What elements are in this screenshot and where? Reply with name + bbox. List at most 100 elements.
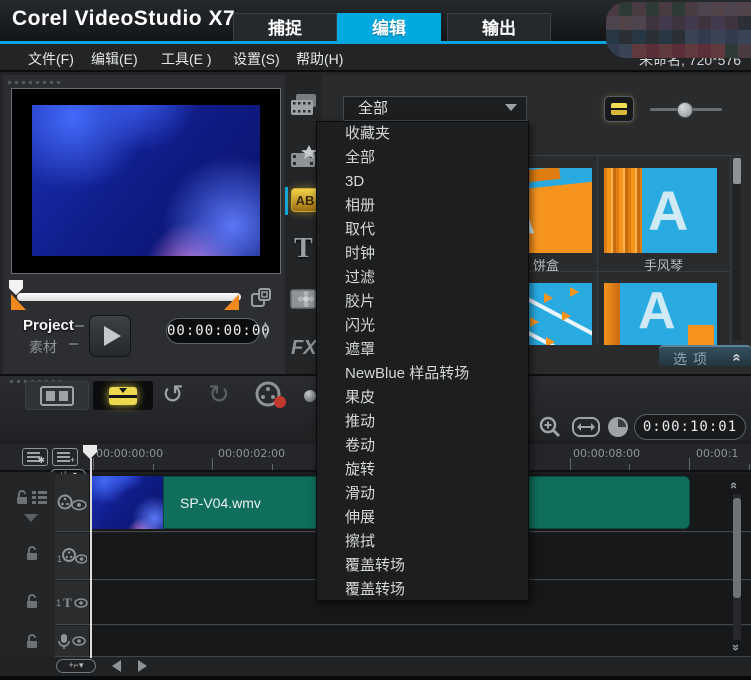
project-mode-label[interactable]: Project: [23, 317, 74, 334]
lock-icon[interactable]: [26, 594, 38, 609]
lock-icon[interactable]: [16, 490, 28, 505]
dropdown-item[interactable]: 遮罩: [317, 338, 528, 362]
gallery-view-icon: [611, 103, 627, 115]
zoom-in-icon[interactable]: [538, 415, 562, 439]
graphic-icon[interactable]: [290, 287, 318, 313]
transition-thumbnail[interactable]: A: [604, 283, 717, 345]
clip-thumbnail[interactable]: [92, 476, 163, 529]
dropdown-item[interactable]: 取代: [317, 218, 528, 242]
dropdown-item[interactable]: 覆盖转场: [317, 578, 528, 602]
gallery-scrollbar[interactable]: [733, 158, 741, 340]
chevron-down-icon[interactable]: [24, 514, 38, 522]
play-button[interactable]: [89, 315, 131, 357]
menu-edit[interactable]: 编辑(E): [91, 49, 138, 69]
transition-thumbnail-accordion[interactable]: A: [604, 168, 717, 253]
lock-icon[interactable]: [26, 634, 38, 649]
ruler-label: 00:00:08:00: [573, 447, 640, 460]
menu-tools[interactable]: 工具(E ): [161, 49, 212, 69]
fit-to-window-icon[interactable]: [572, 417, 600, 437]
scrub-bar[interactable]: [17, 293, 241, 301]
select-arrow-icon[interactable]: [505, 104, 517, 111]
trim-handle-right[interactable]: [224, 294, 239, 310]
media-icon[interactable]: [290, 93, 318, 117]
preview-panel: Project 素材 00:00:00:00 ▲ ▼: [3, 75, 285, 374]
scroll-down-icon[interactable]: «: [727, 644, 742, 651]
dropdown-item[interactable]: 果皮: [317, 386, 528, 410]
dropdown-item[interactable]: 推动: [317, 410, 528, 434]
dropdown-item[interactable]: 闪光: [317, 314, 528, 338]
scroll-right-button[interactable]: [138, 660, 147, 672]
overlay-track-button[interactable]: 1: [55, 533, 90, 579]
clip-mode-label[interactable]: 素材: [29, 337, 57, 357]
track-scroll-control[interactable]: +⌐▾: [56, 659, 96, 673]
dropdown-item[interactable]: 收藏夹: [317, 122, 528, 146]
dropdown-item[interactable]: 3D: [317, 170, 528, 194]
thumbnail-art: [604, 283, 620, 345]
playhead-line: [90, 458, 92, 658]
voice-track-row[interactable]: [55, 626, 751, 657]
timeline-scrollbar-handle[interactable]: [733, 498, 741, 598]
redo-button[interactable]: ↻: [208, 379, 230, 410]
preview-timecode[interactable]: 00:00:00:00: [166, 318, 260, 344]
instant-project-icon[interactable]: [290, 145, 318, 169]
title-track-button[interactable]: 1 T: [55, 581, 90, 624]
record-capture-icon[interactable]: [252, 381, 292, 410]
microphone-icon: [58, 633, 70, 649]
ruler-label: 00:00:02:00: [218, 447, 285, 460]
track-list-icon[interactable]: [32, 490, 47, 505]
ruler-label: 00:00:1: [696, 447, 738, 460]
dropdown-item[interactable]: 胶片: [317, 290, 528, 314]
gallery-cell-border: [730, 156, 731, 346]
tab-edit[interactable]: 编辑: [337, 13, 441, 42]
timecode-spin-down[interactable]: ▼: [261, 332, 270, 341]
gallery-scrollbar-handle[interactable]: [733, 158, 741, 184]
track-manager-button[interactable]: ✱: [22, 448, 48, 466]
lock-icon[interactable]: [26, 546, 38, 561]
thumbnail-art: [604, 168, 642, 253]
menu-help[interactable]: 帮助(H): [296, 49, 343, 69]
eye-icon: [72, 636, 86, 646]
dropdown-item[interactable]: 相册: [317, 194, 528, 218]
transition-category-icon[interactable]: AB: [291, 188, 319, 212]
menu-file[interactable]: 文件(F): [28, 49, 74, 69]
scroll-up-icon[interactable]: «: [727, 482, 742, 489]
track-number: 1: [56, 598, 61, 608]
dropdown-item[interactable]: 滑动: [317, 482, 528, 506]
filter-category-icon[interactable]: FX: [291, 337, 317, 360]
thumbnail-letter: A: [638, 283, 676, 341]
scroll-left-button[interactable]: [112, 660, 121, 672]
dropdown-item[interactable]: 覆盖转场: [317, 554, 528, 578]
undo-button[interactable]: ↺: [162, 379, 184, 410]
gallery-filter-select[interactable]: 全部: [343, 96, 527, 121]
enlarge-preview-icon[interactable]: [251, 288, 271, 308]
menu-settings[interactable]: 设置(S): [233, 49, 280, 69]
trim-handle-left[interactable]: [11, 294, 26, 310]
dropdown-item[interactable]: 旋转: [317, 458, 528, 482]
dropdown-item[interactable]: 卷动: [317, 434, 528, 458]
dropdown-item[interactable]: 擦拭: [317, 530, 528, 554]
clock-duration-icon[interactable]: [607, 416, 629, 438]
voice-track-button[interactable]: [55, 626, 90, 656]
dropdown-item[interactable]: 伸展: [317, 506, 528, 530]
tab-output[interactable]: 输出: [447, 13, 551, 42]
dropdown-item[interactable]: 全部: [317, 146, 528, 170]
video-track-button[interactable]: [55, 474, 90, 531]
tool-icon[interactable]: [304, 390, 316, 402]
timecode-spin-up[interactable]: ▲: [261, 320, 270, 329]
thumbnail-letter: A: [648, 178, 688, 243]
title-category-icon[interactable]: T: [294, 233, 313, 265]
add-track-button[interactable]: +: [52, 448, 78, 466]
thumbnail-size-knob[interactable]: [677, 102, 693, 118]
options-panel-toggle[interactable]: 选项 «: [659, 345, 751, 366]
timeline-view-button[interactable]: [93, 381, 153, 410]
dropdown-item[interactable]: 过滤: [317, 266, 528, 290]
dropdown-item[interactable]: NewBlue 样品转场: [317, 362, 528, 386]
panel-grip: [8, 81, 60, 84]
tab-capture[interactable]: 捕捉: [233, 13, 337, 42]
tie-line: [75, 325, 84, 327]
dropdown-item[interactable]: 时钟: [317, 242, 528, 266]
storyboard-view-button[interactable]: [25, 381, 89, 410]
timeline-view-icon: [109, 387, 137, 405]
gallery-view-button[interactable]: [604, 96, 634, 122]
timeline-duration-display[interactable]: 0:00:10:01: [634, 414, 746, 440]
